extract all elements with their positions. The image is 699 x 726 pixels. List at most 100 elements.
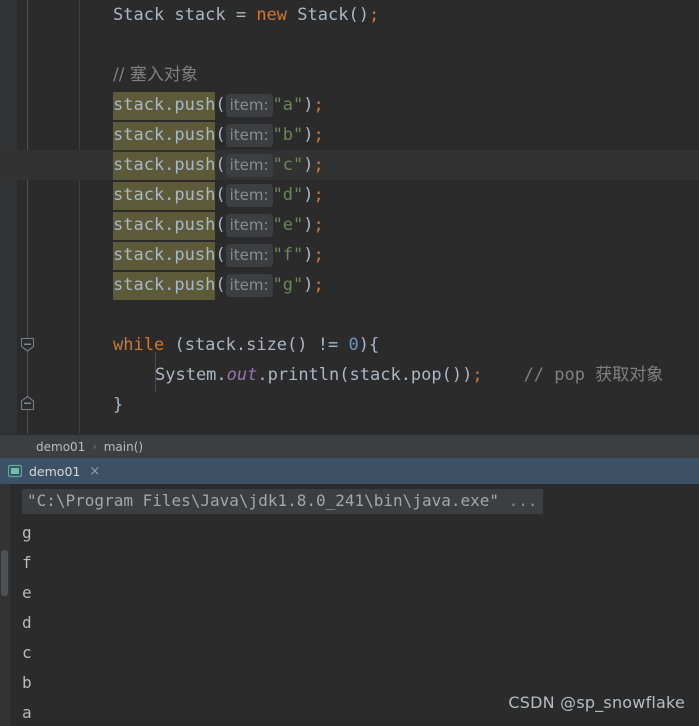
- token-string: "a": [272, 95, 304, 115]
- console-output-line: g: [22, 523, 32, 542]
- token-plain: }: [113, 395, 124, 415]
- token-comment: 获取对象: [595, 365, 664, 385]
- code-line[interactable]: System.out.println(stack.pop()); // pop …: [155, 360, 663, 390]
- highlighted-identifier: stack.push: [113, 242, 216, 270]
- token-string: "b": [272, 125, 304, 145]
- code-line[interactable]: stack.push(item: "b");: [113, 120, 324, 150]
- token-paren: (: [215, 275, 226, 295]
- code-text-layer[interactable]: Stack stack = new Stack();// 塞入对象 stack.p…: [0, 0, 699, 434]
- console-output-line: e: [22, 583, 32, 602]
- console-command-text: "C:\Program Files\Java\jdk1.8.0_241\bin\…: [22, 489, 543, 514]
- breadcrumb-item-class[interactable]: demo01: [36, 440, 85, 454]
- token-paren: ): [303, 245, 314, 265]
- token-semi: ;: [313, 95, 324, 115]
- code-line[interactable]: stack.push(item: "a");: [113, 90, 324, 120]
- watermark: CSDN @sp_snowflake: [508, 693, 685, 712]
- token-paren: (: [174, 335, 185, 355]
- parameter-hint: item:: [225, 94, 273, 117]
- breadcrumb-item-method[interactable]: main(): [104, 440, 143, 454]
- code-line[interactable]: stack.push(item: "e");: [113, 210, 324, 240]
- console-output-panel[interactable]: "C:\Program Files\Java\jdk1.8.0_241\bin\…: [0, 484, 699, 726]
- token-keyword: new: [256, 5, 288, 25]
- token-plain: Stack stack: [113, 5, 236, 25]
- token-plain: !=: [307, 335, 349, 355]
- token-string: "c": [272, 155, 304, 175]
- code-line[interactable]: stack.push(item: "g");: [113, 270, 324, 300]
- token-comment-mono: // pop: [523, 365, 596, 385]
- ide-window: Stack stack = new Stack();// 塞入对象 stack.p…: [0, 0, 699, 726]
- code-line[interactable]: stack.push(item: "c");: [113, 150, 324, 180]
- token-plain: =: [235, 5, 257, 25]
- code-line[interactable]: while (stack.size() != 0){: [113, 330, 379, 360]
- token-string: "g": [272, 275, 304, 295]
- highlighted-identifier: stack.push: [113, 212, 216, 240]
- token-comment: // 塞入对象: [113, 65, 198, 85]
- token-paren: ): [303, 215, 314, 235]
- token-static: out: [226, 365, 258, 385]
- token-string: "d": [272, 185, 304, 205]
- token-paren: (: [215, 245, 226, 265]
- token-plain: System.: [155, 365, 227, 385]
- token-paren: ): [303, 185, 314, 205]
- console-output-line: d: [22, 613, 32, 632]
- highlighted-identifier: stack.push: [113, 272, 216, 300]
- token-plain: .println: [257, 365, 340, 385]
- breadcrumb-separator-icon: ›: [92, 440, 97, 453]
- highlighted-identifier: stack.push: [113, 92, 216, 120]
- console-gutter: [0, 484, 10, 726]
- code-line[interactable]: // 塞入对象: [113, 60, 198, 90]
- token-paren: ): [303, 125, 314, 145]
- token-semi: ;: [472, 365, 483, 385]
- token-paren: (: [215, 215, 226, 235]
- console-output-line: b: [22, 673, 32, 692]
- console-tab-demo01[interactable]: demo01 ×: [0, 458, 117, 484]
- token-plain: Stack: [287, 5, 349, 25]
- highlighted-identifier: stack.push: [113, 122, 216, 150]
- console-output-line: c: [22, 643, 32, 662]
- token-string: "f": [272, 245, 304, 265]
- token-semi: ;: [313, 155, 324, 175]
- console-command-ellipsis[interactable]: ...: [499, 491, 538, 510]
- token-number: 0: [348, 335, 359, 355]
- code-line[interactable]: }: [113, 390, 123, 420]
- console-tab-bar[interactable]: demo01 ×: [0, 458, 699, 484]
- code-editor[interactable]: Stack stack = new Stack();// 塞入对象 stack.p…: [0, 0, 699, 434]
- token-keyword: while: [113, 335, 165, 355]
- highlighted-identifier: stack.push: [113, 152, 216, 180]
- token-semi: ;: [313, 245, 324, 265]
- run-configuration-icon: [7, 464, 23, 478]
- token-paren: (: [215, 95, 226, 115]
- token-paren: (: [215, 125, 226, 145]
- token-paren: (: [215, 155, 226, 175]
- token-plain: {: [368, 335, 380, 355]
- parameter-hint: item:: [225, 184, 273, 207]
- parameter-hint: item:: [225, 214, 273, 237]
- console-tab-label: demo01: [29, 463, 81, 479]
- parameter-hint: item:: [225, 274, 273, 297]
- token-paren: ): [358, 335, 369, 355]
- parameter-hint: item:: [225, 244, 273, 267]
- token-string: "e": [272, 215, 304, 235]
- console-output-line: a: [22, 703, 32, 722]
- token-paren: ()): [441, 365, 473, 385]
- token-paren: (): [348, 5, 369, 25]
- code-line[interactable]: Stack stack = new Stack();: [113, 0, 379, 30]
- token-semi: ;: [313, 125, 324, 145]
- code-line[interactable]: stack.push(item: "f");: [113, 240, 324, 270]
- token-paren: (: [339, 365, 350, 385]
- close-icon[interactable]: ×: [89, 465, 100, 478]
- token-semi: ;: [313, 275, 324, 295]
- breadcrumb[interactable]: demo01 › main(): [0, 434, 699, 458]
- console-command-line: "C:\Program Files\Java\jdk1.8.0_241\bin\…: [22, 489, 543, 514]
- highlighted-identifier: stack.push: [113, 182, 216, 210]
- token-paren: ): [303, 155, 314, 175]
- token-paren: ): [303, 275, 314, 295]
- parameter-hint: item:: [225, 124, 273, 147]
- token-semi: ;: [313, 215, 324, 235]
- code-line[interactable]: stack.push(item: "d");: [113, 180, 324, 210]
- token-semi: ;: [313, 185, 324, 205]
- token-paren: ): [303, 95, 314, 115]
- console-scrollbar-thumb[interactable]: [1, 550, 8, 596]
